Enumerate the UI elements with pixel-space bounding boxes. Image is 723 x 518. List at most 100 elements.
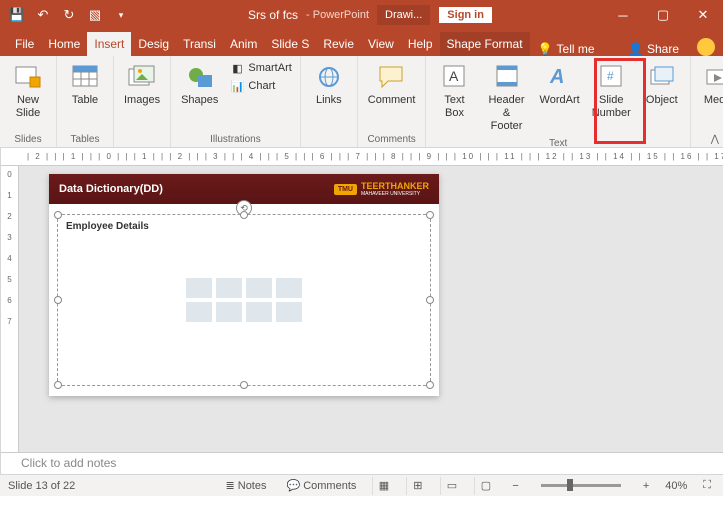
tab-animations[interactable]: Anim: [223, 32, 264, 56]
resize-handle[interactable]: [426, 296, 434, 304]
media-button[interactable]: Media: [697, 60, 723, 109]
links-button[interactable]: Links: [307, 60, 351, 109]
fit-window-icon[interactable]: ⛶: [699, 479, 715, 492]
tab-review[interactable]: Revie: [316, 32, 361, 56]
tab-help[interactable]: Help: [401, 32, 440, 56]
save-icon[interactable]: 💾: [6, 4, 28, 26]
comment-button[interactable]: Comment: [364, 60, 420, 109]
resize-handle[interactable]: [54, 381, 62, 389]
feedback-face-icon[interactable]: [697, 38, 715, 56]
zoom-in-button[interactable]: +: [639, 480, 653, 492]
sorter-view-icon[interactable]: ⊞: [406, 477, 428, 495]
tab-shape-format[interactable]: Shape Format: [440, 32, 530, 56]
comments-group-label: Comments: [367, 134, 415, 145]
document-name: Srs of fcs: [248, 8, 298, 22]
resize-handle[interactable]: [426, 211, 434, 219]
minimize-button[interactable]: ─: [603, 0, 643, 30]
smartart-icon: ◧: [230, 61, 244, 75]
tab-insert[interactable]: Insert: [87, 32, 131, 56]
slides-group-label: Slides: [14, 134, 41, 145]
wordart-button[interactable]: A WordArt: [537, 60, 583, 109]
tab-file[interactable]: File: [8, 32, 41, 56]
header-footer-icon: [492, 62, 522, 92]
slideshow-view-icon[interactable]: ▢: [474, 477, 496, 495]
redo-icon[interactable]: ↻: [58, 4, 80, 26]
tab-design[interactable]: Desig: [131, 32, 176, 56]
reading-view-icon[interactable]: ▭: [440, 477, 462, 495]
start-show-icon[interactable]: ▧: [84, 4, 106, 26]
content-type-icons[interactable]: [186, 278, 302, 322]
slide-number-icon: #: [596, 62, 626, 92]
comments-icon: 💬: [287, 479, 301, 492]
chart-icon: 📊: [230, 79, 244, 93]
signin-button[interactable]: Sign in: [438, 6, 493, 24]
images-label: Images: [124, 94, 160, 107]
notes-toggle[interactable]: ≣Notes: [222, 479, 271, 492]
resize-handle[interactable]: [54, 211, 62, 219]
tab-transitions[interactable]: Transi: [176, 32, 223, 56]
restore-button[interactable]: ▢: [643, 0, 683, 30]
group-tables: Table Tables: [57, 56, 114, 147]
chart-button[interactable]: 📊 Chart: [228, 78, 293, 94]
group-slides: New Slide Slides: [0, 56, 57, 147]
text-box-button[interactable]: A Text Box: [432, 60, 476, 122]
object-button[interactable]: Object: [640, 60, 684, 109]
wordart-label: WordArt: [540, 94, 580, 107]
comment-label: Comment: [368, 94, 416, 107]
tell-me[interactable]: 💡 Tell me: [530, 42, 603, 56]
share-label: Share: [647, 42, 679, 56]
table-button[interactable]: Table: [63, 60, 107, 109]
content-placeholder[interactable]: Employee Details: [57, 214, 431, 386]
links-icon: [314, 62, 344, 92]
resize-handle[interactable]: [240, 211, 248, 219]
new-slide-button[interactable]: New Slide: [6, 60, 50, 122]
object-icon: [647, 62, 677, 92]
main-area: 12 13 14 15 16 | 2 | | | 1 | | | 0 | | |…: [0, 148, 723, 474]
app-name: - PowerPoint: [306, 9, 369, 21]
context-tab-label: Drawi...: [377, 5, 430, 25]
text-box-icon: A: [439, 62, 469, 92]
normal-view-icon[interactable]: ▦: [372, 477, 394, 495]
canvas[interactable]: Data Dictionary(DD) TMU TEERTHANKER MAHA…: [19, 166, 723, 452]
links-label: Links: [316, 94, 342, 107]
tab-slideshow[interactable]: Slide S: [264, 32, 316, 56]
comments-toggle[interactable]: 💬Comments: [283, 479, 361, 492]
slide-number-label: Slide Number: [592, 94, 631, 120]
notes-pane[interactable]: Click to add notes: [1, 452, 723, 474]
shapes-button[interactable]: Shapes: [177, 60, 222, 109]
illustrations-group-label: Illustrations: [210, 134, 261, 145]
images-button[interactable]: Images: [120, 60, 164, 109]
slide-number-button[interactable]: # Slide Number: [589, 60, 634, 122]
current-slide[interactable]: Data Dictionary(DD) TMU TEERTHANKER MAHA…: [49, 174, 439, 396]
quick-access: 💾 ↶ ↻ ▧ ▾: [0, 4, 138, 26]
header-footer-button[interactable]: Header & Footer: [482, 60, 530, 136]
collapse-ribbon-icon[interactable]: ⋀: [711, 134, 719, 145]
resize-handle[interactable]: [54, 296, 62, 304]
chart-label: Chart: [248, 80, 275, 92]
shapes-icon: [185, 62, 215, 92]
tab-home[interactable]: Home: [41, 32, 87, 56]
tables-group-label: Tables: [71, 134, 100, 145]
close-button[interactable]: ✕: [683, 0, 723, 30]
lightbulb-icon: 💡: [538, 42, 553, 56]
qat-more-icon[interactable]: ▾: [110, 4, 132, 26]
images-group-label: [141, 134, 144, 145]
undo-icon[interactable]: ↶: [32, 4, 54, 26]
ribbon: New Slide Slides Table Tables Images Sha…: [0, 56, 723, 148]
titlebar: 💾 ↶ ↻ ▧ ▾ Srs of fcs - PowerPoint Drawi.…: [0, 0, 723, 30]
smartart-button[interactable]: ◧ SmartArt: [228, 60, 293, 76]
resize-handle[interactable]: [240, 381, 248, 389]
slide-title: Data Dictionary(DD): [59, 183, 163, 195]
share-icon: 👤: [628, 42, 643, 56]
tab-view[interactable]: View: [361, 32, 401, 56]
shapes-label: Shapes: [181, 94, 218, 107]
zoom-out-button[interactable]: −: [508, 480, 522, 492]
zoom-level[interactable]: 40%: [665, 480, 687, 492]
resize-handle[interactable]: [426, 381, 434, 389]
share-button[interactable]: 👤 Share: [618, 42, 689, 56]
brand-name: TEERTHANKER: [361, 182, 429, 191]
group-comments: Comment Comments: [358, 56, 427, 147]
images-icon: [127, 62, 157, 92]
zoom-slider[interactable]: [541, 484, 621, 487]
new-slide-icon: [13, 62, 43, 92]
